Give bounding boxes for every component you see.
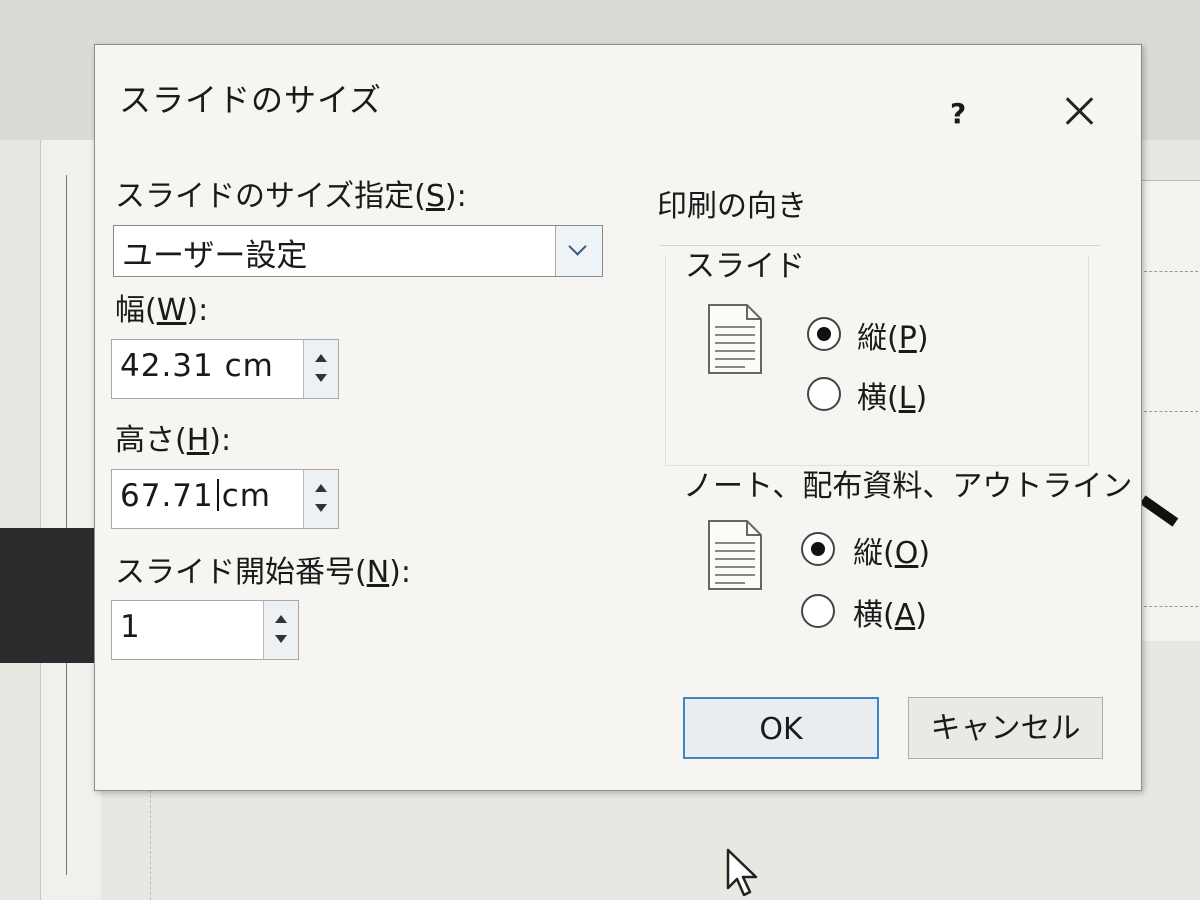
- slide-size-dialog: スライドのサイズ ? スライドのサイズ指定(S): ユーザー設定 幅(W): 4…: [94, 44, 1142, 791]
- ok-button[interactable]: OK: [683, 697, 879, 759]
- height-spin-arrows[interactable]: [303, 470, 338, 528]
- help-button[interactable]: ?: [950, 97, 966, 130]
- close-icon[interactable]: [1060, 91, 1100, 131]
- spin-down-icon[interactable]: [275, 635, 287, 643]
- slide-shape: [1139, 495, 1179, 527]
- slide-canvas-left: [40, 140, 101, 900]
- start-number-value[interactable]: 1: [120, 609, 141, 645]
- mouse-cursor-icon: [726, 848, 758, 897]
- guide-line: [150, 790, 151, 900]
- canvas-guide: [66, 175, 77, 875]
- width-value[interactable]: 42.31 cm: [120, 348, 274, 384]
- portrait-page-icon: [708, 520, 762, 590]
- orientation-title: 印刷の向き: [657, 189, 807, 224]
- notes-landscape-label[interactable]: 横(A): [853, 590, 927, 634]
- height-value-unit: cm: [221, 478, 271, 514]
- notes-portrait-radio[interactable]: [801, 532, 835, 566]
- portrait-page-icon: [708, 304, 762, 374]
- cancel-button[interactable]: キャンセル: [908, 697, 1103, 759]
- height-value[interactable]: 67.71 cm: [120, 478, 271, 514]
- width-spinner[interactable]: 42.31 cm: [111, 339, 339, 399]
- dialog-title: スライドのサイズ: [119, 81, 383, 119]
- guide-line: [1139, 271, 1200, 272]
- guide-line: [1139, 606, 1200, 607]
- slide-portrait-radio[interactable]: [807, 317, 841, 351]
- spin-down-icon[interactable]: [315, 374, 327, 382]
- slide-portrait-label[interactable]: 縦(P): [857, 313, 929, 357]
- spin-up-icon[interactable]: [315, 484, 327, 492]
- start-spin-arrows[interactable]: [263, 601, 298, 659]
- guide-line: [1139, 411, 1200, 412]
- spin-up-icon[interactable]: [315, 354, 327, 362]
- notes-group-label: ノート、配布資料、アウトライン: [683, 469, 1133, 504]
- width-spin-arrows[interactable]: [303, 340, 338, 398]
- width-label: 幅(W):: [115, 293, 209, 328]
- slide-landscape-label[interactable]: 横(L): [857, 373, 927, 417]
- height-label: 高さ(H):: [115, 423, 232, 458]
- slide-size-label: スライドのサイズ指定(S):: [115, 179, 467, 214]
- slide-size-dropdown[interactable]: ユーザー設定: [113, 225, 603, 277]
- height-value-number: 67.71: [120, 478, 214, 514]
- start-number-label: スライド開始番号(N):: [115, 555, 411, 590]
- slide-group-label: スライド: [685, 249, 805, 284]
- chevron-down-icon[interactable]: [555, 226, 602, 276]
- dark-slide-element: [0, 528, 100, 663]
- slide-size-value: ユーザー設定: [122, 238, 308, 274]
- spin-down-icon[interactable]: [315, 504, 327, 512]
- notes-landscape-radio[interactable]: [801, 594, 835, 628]
- slide-landscape-radio[interactable]: [807, 377, 841, 411]
- start-number-spinner[interactable]: 1: [111, 600, 299, 660]
- notes-portrait-label[interactable]: 縦(O): [853, 528, 930, 572]
- text-caret: [216, 479, 219, 511]
- height-spinner[interactable]: 67.71 cm: [111, 469, 339, 529]
- spin-up-icon[interactable]: [275, 615, 287, 623]
